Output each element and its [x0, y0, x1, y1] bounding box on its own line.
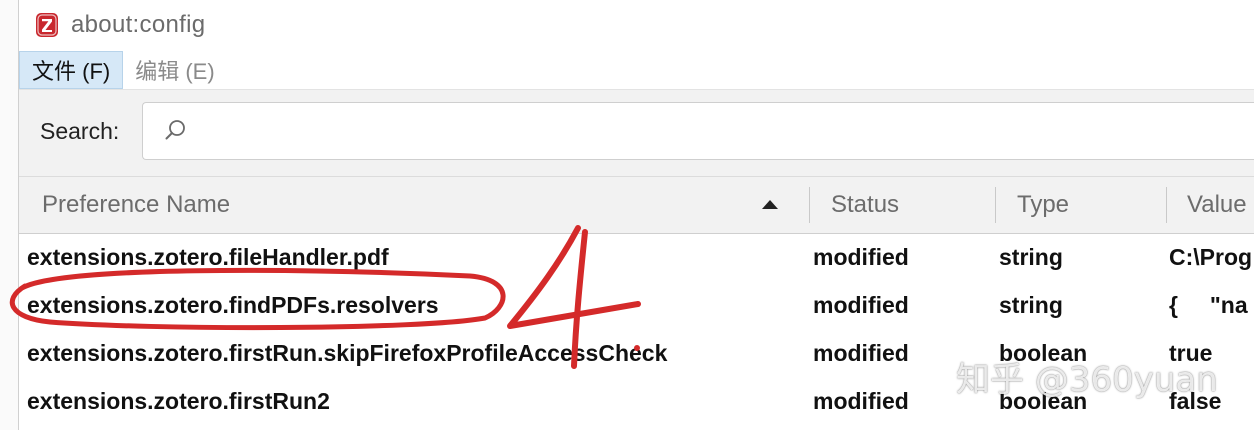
table-header: Preference Name Status Type Value [19, 177, 1254, 234]
sort-ascending-icon[interactable] [761, 197, 779, 211]
zotero-z-icon [35, 12, 59, 38]
column-header-status[interactable]: Status [831, 177, 899, 233]
title-bar: about:config [19, 0, 1254, 50]
preference-name: extensions.zotero.firstRun.skipFirefoxPr… [27, 340, 668, 366]
column-header-type[interactable]: Type [1017, 177, 1069, 233]
window-left-edge [0, 0, 19, 430]
search-label: Search: [40, 118, 120, 144]
column-divider[interactable] [995, 187, 996, 223]
table-row[interactable]: extensions.zotero.fileHandler.pdf modifi… [19, 234, 1254, 282]
search-input[interactable] [142, 102, 1254, 160]
column-divider[interactable] [1166, 187, 1167, 223]
preference-type: string [999, 292, 1063, 318]
column-divider[interactable] [809, 187, 810, 223]
preference-value: { "na [1169, 292, 1248, 318]
column-header-value[interactable]: Value [1187, 177, 1247, 233]
table-row[interactable]: extensions.zotero.findPDFs.resolvers mod… [19, 282, 1254, 330]
window-title: about:config [71, 11, 206, 38]
menu-bar: 文件 (F) 编辑 (E) [19, 51, 1254, 90]
preference-status: modified [813, 292, 909, 318]
menu-file[interactable]: 文件 (F) [19, 51, 124, 89]
preference-name: extensions.zotero.firstRun2 [27, 388, 330, 414]
preference-name: extensions.zotero.findPDFs.resolvers [27, 292, 439, 318]
column-header-preference-name[interactable]: Preference Name [42, 177, 230, 233]
watermark: 知乎 @360yuan [956, 360, 1218, 400]
search-bar: Search: [19, 90, 1254, 177]
preference-type: string [999, 244, 1063, 270]
preference-value: C:\Prog [1169, 244, 1253, 270]
preference-name: extensions.zotero.fileHandler.pdf [27, 244, 389, 270]
search-icon [163, 117, 189, 143]
menu-edit[interactable]: 编辑 (E) [123, 51, 226, 89]
preference-status: modified [813, 244, 909, 270]
